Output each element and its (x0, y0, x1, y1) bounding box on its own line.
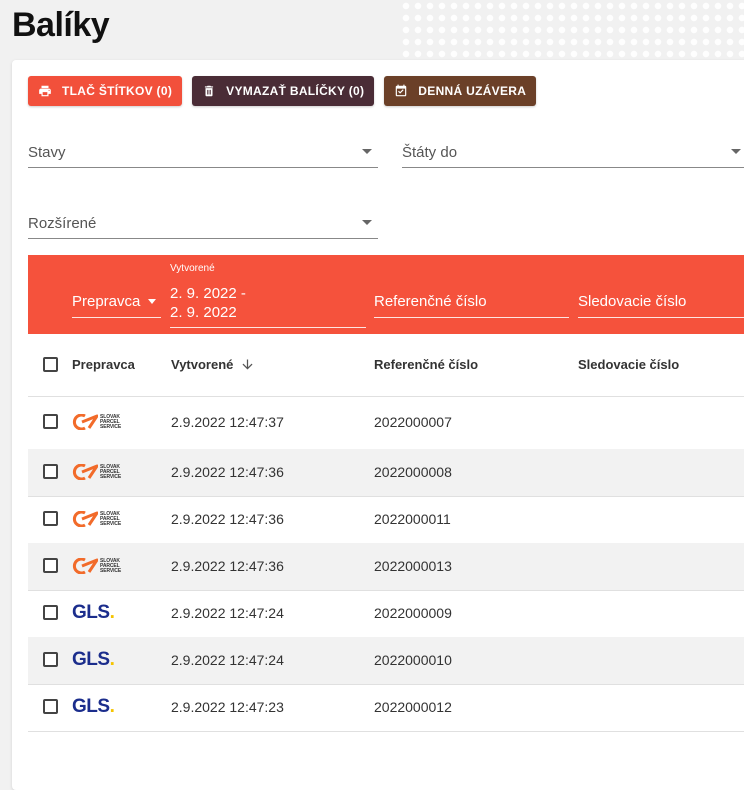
sps-logo-icon (72, 558, 98, 574)
print-labels-label: TLAČ ŠTÍTKOV (0) (62, 84, 173, 98)
packages-card: TLAČ ŠTÍTKOV (0) VYMAZAŤ BALÍČKY (0) DEN… (12, 60, 744, 790)
arrow-down-icon (242, 359, 253, 370)
row-checkbox[interactable] (43, 558, 58, 573)
delete-packages-label: VYMAZAŤ BALÍČKY (0) (226, 84, 365, 98)
extended-select-label: Rozšírené (28, 215, 97, 232)
sps-logo-text: SLOVAK PARCEL SERVICE (100, 413, 122, 430)
background-dot-pattern (400, 0, 744, 60)
gls-logo: GLS. (72, 696, 115, 718)
created-cell: 2.9.2022 12:47:24 (171, 652, 284, 668)
delete-packages-button[interactable]: VYMAZAŤ BALÍČKY (0) (192, 76, 375, 106)
created-filter-label: Vytvorené (170, 263, 215, 274)
page-title: Balíky (12, 6, 110, 44)
created-cell: 2.9.2022 12:47:36 (171, 464, 284, 480)
toolbar: TLAČ ŠTÍTKOV (0) VYMAZAŤ BALÍČKY (0) DEN… (28, 76, 537, 106)
reference-cell: 2022000013 (374, 558, 452, 574)
sps-logo: SLOVAK PARCEL SERVICE (72, 511, 121, 527)
reference-cell: 2022000011 (374, 511, 451, 527)
tracking-filter-label: Sledovacie číslo (578, 293, 687, 310)
carrier-filter[interactable]: Prepravca (72, 284, 161, 318)
countries-select[interactable]: Štáty do (402, 135, 744, 168)
gls-logo-text: GLS (72, 602, 110, 623)
created-cell: 2.9.2022 12:47:24 (171, 605, 284, 621)
table-row[interactable]: GLS. 2.9.2022 12:47:23 2022000012 (28, 684, 744, 732)
reference-cell: 2022000008 (374, 464, 452, 480)
gls-logo-text: GLS (72, 649, 110, 670)
gls-logo-text: GLS (72, 696, 110, 717)
created-range-from: 2. 9. 2022 - (170, 285, 246, 302)
table-row[interactable]: SLOVAK PARCEL SERVICE 2.9.2022 12:47:36 2022… (28, 449, 744, 497)
sps-logo: SLOVAK PARCEL SERVICE (72, 558, 121, 574)
states-select[interactable]: Stavy (28, 135, 378, 168)
table-row[interactable]: GLS. 2.9.2022 12:47:24 2022000009 (28, 590, 744, 638)
table-row[interactable]: SLOVAK PARCEL SERVICE 2.9.2022 12:47:36 2022… (28, 543, 744, 591)
reference-cell: 2022000010 (374, 652, 452, 668)
reference-cell: 2022000012 (374, 699, 452, 715)
reference-filter[interactable]: Referenčné číslo (374, 284, 569, 318)
created-cell: 2.9.2022 12:47:37 (171, 414, 284, 430)
sps-logo-text: SLOVAK PARCEL SERVICE (100, 557, 122, 574)
select-all-checkbox[interactable] (43, 357, 58, 372)
created-cell: 2.9.2022 12:47:36 (171, 511, 284, 527)
reference-cell: 2022000009 (374, 605, 452, 621)
column-created[interactable]: Vytvorené (171, 357, 255, 372)
column-reference[interactable]: Referenčné číslo (374, 357, 478, 372)
row-checkbox[interactable] (43, 605, 58, 620)
row-checkbox[interactable] (43, 652, 58, 667)
gls-logo-dot: . (109, 649, 115, 670)
reference-cell: 2022000007 (374, 414, 452, 430)
column-carrier[interactable]: Prepravca (72, 357, 135, 372)
sps-logo: SLOVAK PARCEL SERVICE (72, 414, 121, 430)
filter-bar: Prepravca Vytvorené 2. 9. 2022 - 2. 9. 2… (28, 255, 744, 334)
trash-icon (205, 85, 214, 97)
row-checkbox[interactable] (43, 414, 58, 429)
table-row[interactable]: SLOVAK PARCEL SERVICE 2.9.2022 12:47:36 2022… (28, 496, 744, 544)
table-row[interactable]: GLS. 2.9.2022 12:47:24 2022000010 (28, 637, 744, 685)
daily-closure-button[interactable]: DENNÁ UZÁVERA (384, 76, 537, 106)
created-date-filter[interactable]: Vytvorené 2. 9. 2022 - 2. 9. 2022 (170, 255, 366, 328)
sps-logo-icon (72, 464, 98, 480)
countries-select-label: Štáty do (402, 144, 458, 161)
sps-logo: SLOVAK PARCEL SERVICE (72, 464, 121, 480)
table-row[interactable]: SLOVAK PARCEL SERVICE 2.9.2022 12:47:37 2022… (28, 396, 744, 450)
sps-logo-icon (72, 511, 98, 527)
row-checkbox[interactable] (43, 511, 58, 526)
column-tracking[interactable]: Sledovacie číslo (578, 357, 679, 372)
created-cell: 2.9.2022 12:47:36 (171, 558, 284, 574)
row-checkbox[interactable] (43, 464, 58, 479)
created-cell: 2.9.2022 12:47:23 (171, 699, 284, 715)
calendar-check-icon (396, 84, 407, 97)
carrier-filter-label: Prepravca (72, 293, 141, 310)
sps-logo-text: SLOVAK PARCEL SERVICE (100, 510, 122, 527)
reference-filter-label: Referenčné číslo (374, 293, 487, 310)
printer-icon (39, 85, 51, 97)
sps-logo-icon (72, 414, 98, 430)
print-labels-button[interactable]: TLAČ ŠTÍTKOV (0) (28, 76, 183, 106)
extended-select[interactable]: Rozšírené (28, 206, 378, 239)
daily-closure-label: DENNÁ UZÁVERA (418, 84, 527, 98)
table-header: Prepravca Vytvorené Referenčné číslo Sle… (28, 334, 744, 397)
chevron-down-icon (362, 149, 372, 154)
sps-logo-text: SLOVAK PARCEL SERVICE (100, 463, 122, 480)
column-created-label: Vytvorené (171, 357, 234, 372)
states-select-label: Stavy (28, 144, 66, 161)
row-checkbox[interactable] (43, 699, 58, 714)
gls-logo-dot: . (109, 602, 115, 623)
gls-logo: GLS. (72, 602, 115, 624)
chevron-down-icon (731, 149, 741, 154)
gls-logo: GLS. (72, 649, 115, 671)
tracking-filter[interactable]: Sledovacie číslo (578, 284, 744, 318)
created-range-to: 2. 9. 2022 (170, 304, 237, 321)
chevron-down-icon (362, 220, 372, 225)
caret-down-icon (148, 299, 156, 304)
gls-logo-dot: . (109, 696, 115, 717)
